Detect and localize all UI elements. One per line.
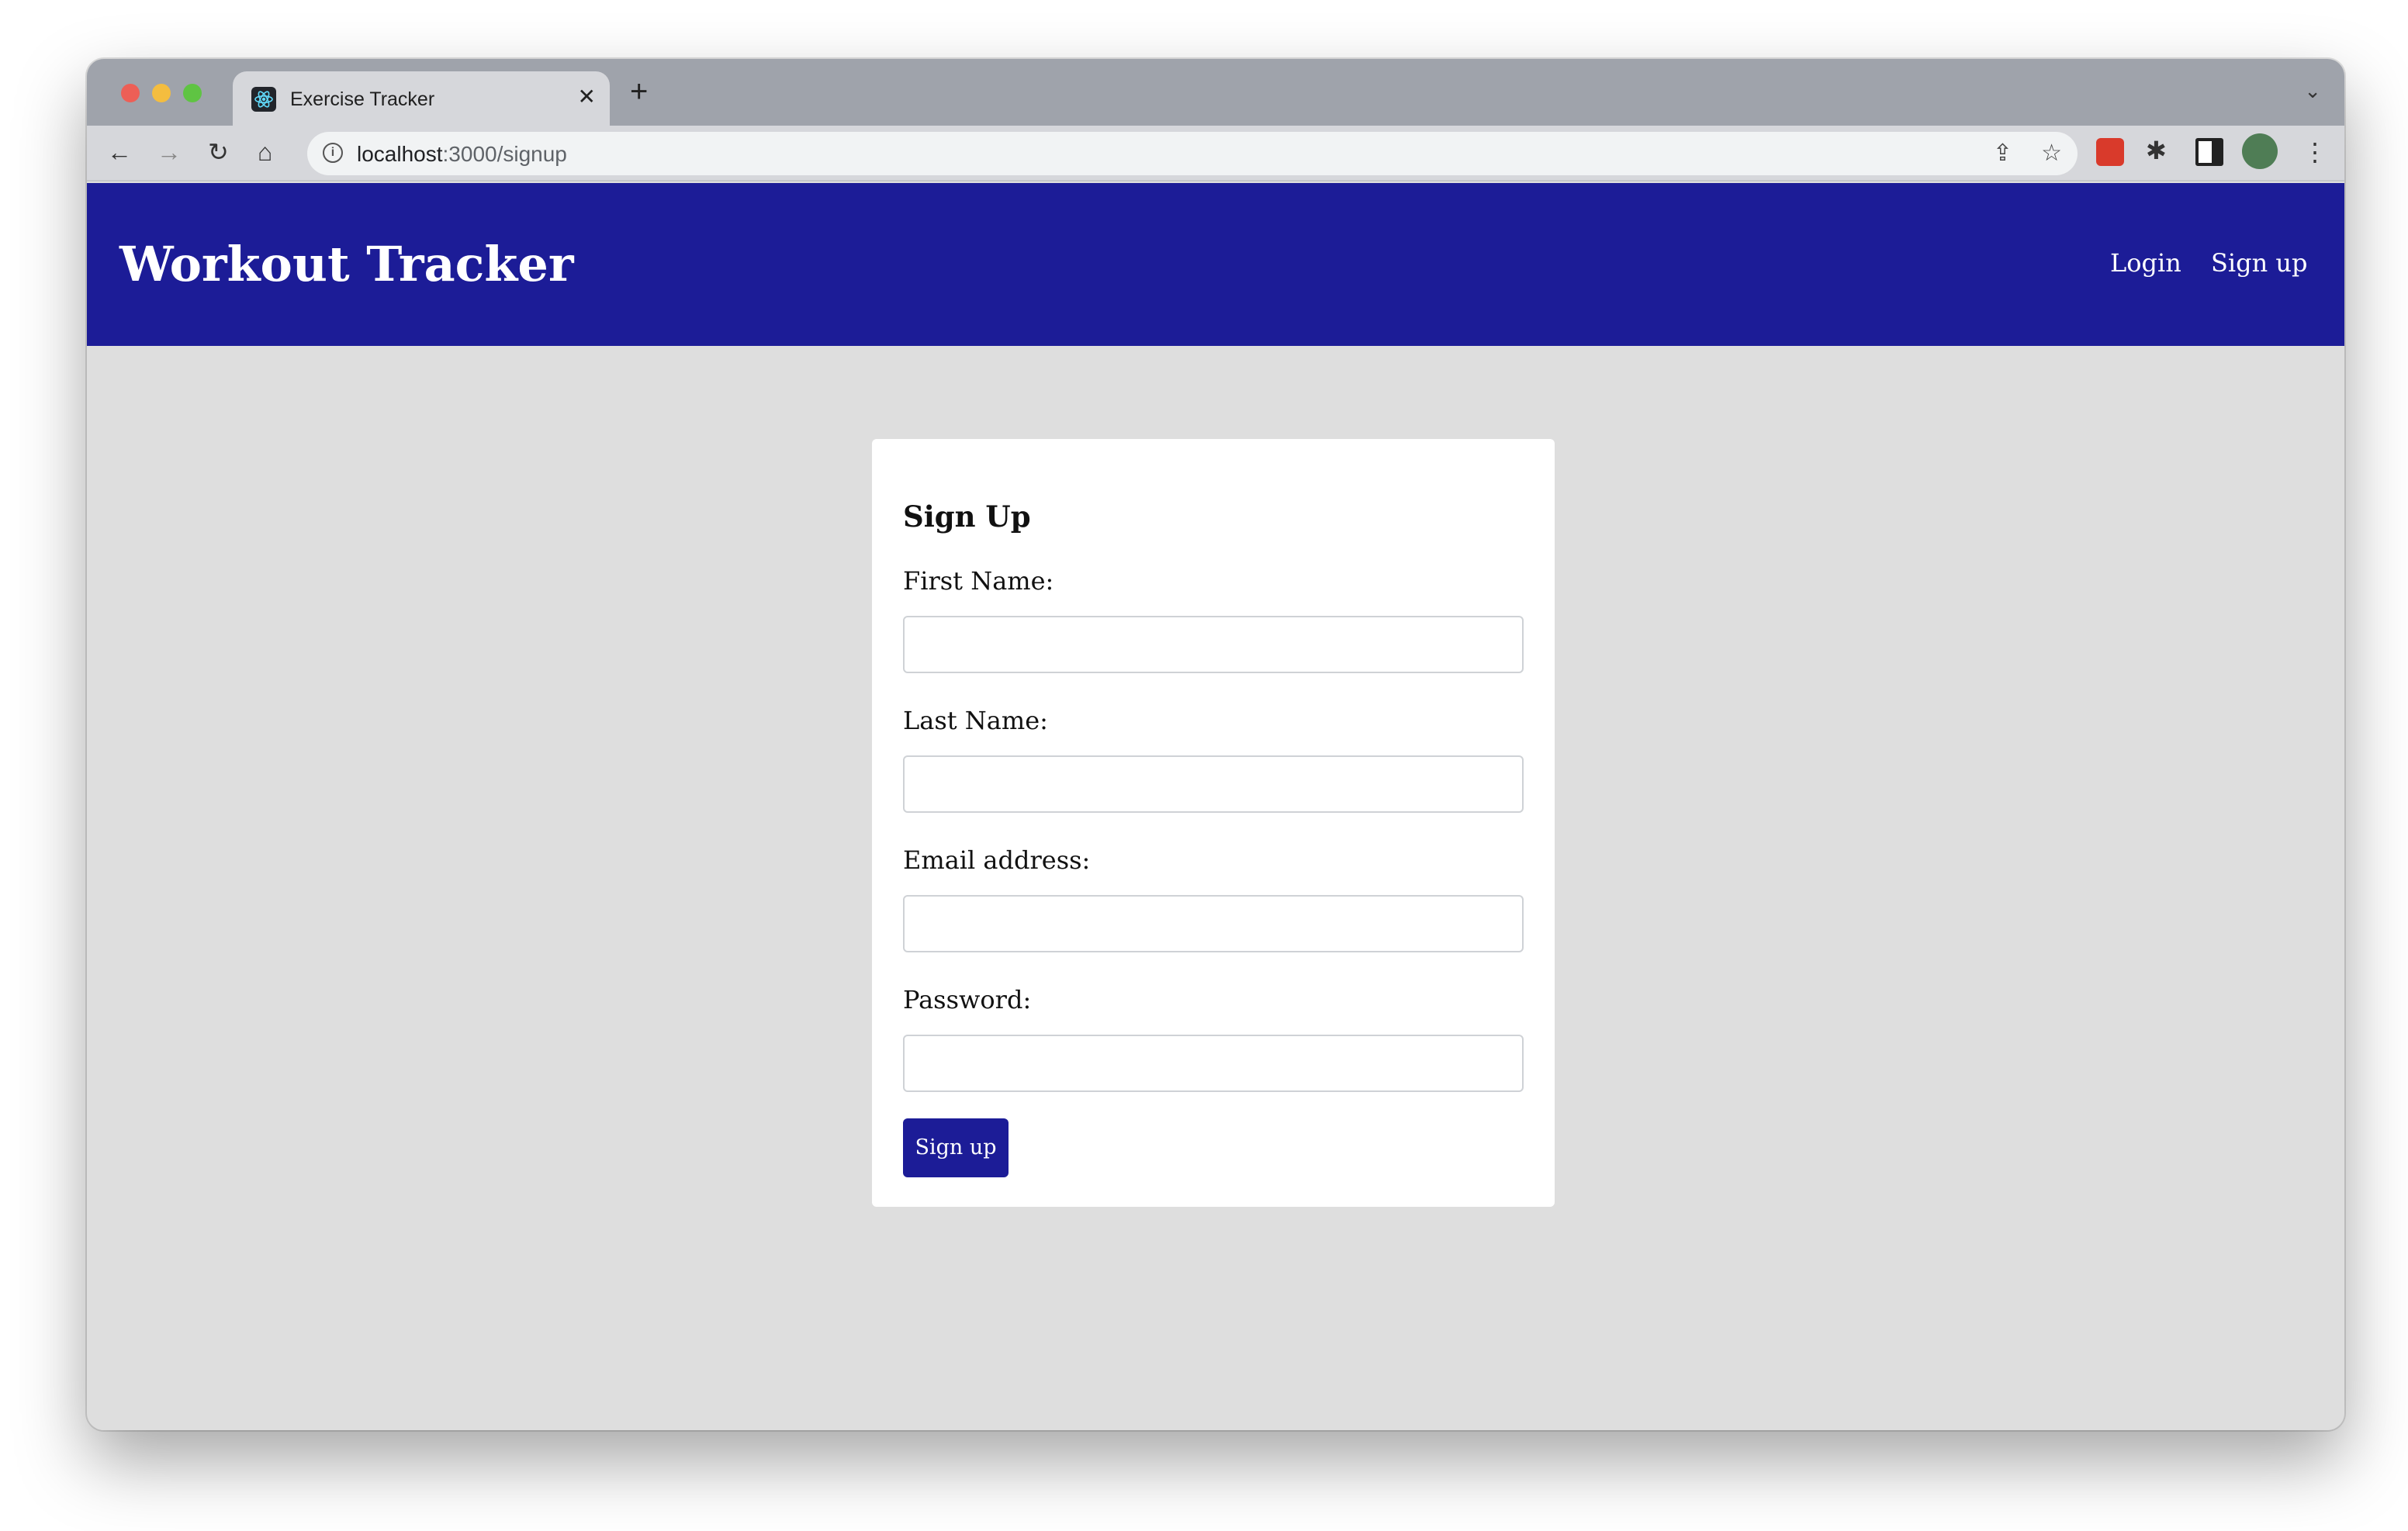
side-panel-icon[interactable]	[2195, 138, 2223, 166]
form-title: Sign Up	[903, 499, 1031, 534]
new-tab-button[interactable]: +	[630, 76, 648, 107]
site-info-icon[interactable]: i	[323, 143, 343, 163]
tab-exercise-tracker[interactable]: Exercise Tracker ✕	[233, 71, 610, 126]
tab-search-chevron-icon[interactable]: ⌄	[2304, 79, 2321, 103]
page-content: Workout Tracker Login Sign up Sign Up Fi…	[87, 183, 2344, 1430]
profile-avatar[interactable]	[2242, 133, 2278, 169]
email-field[interactable]	[903, 895, 1524, 952]
extensions-puzzle-icon[interactable]: ✱	[2146, 135, 2167, 166]
reload-icon[interactable]: ↻	[208, 137, 229, 168]
password-field[interactable]	[903, 1035, 1524, 1092]
extension-icon[interactable]	[2096, 138, 2124, 166]
brand-title[interactable]: Workout Tracker	[119, 236, 574, 292]
tab-strip: Exercise Tracker ✕ + ⌄	[87, 59, 2344, 126]
last-name-field[interactable]	[903, 755, 1524, 813]
first-name-field[interactable]	[903, 616, 1524, 673]
tab-title: Exercise Tracker	[290, 88, 435, 110]
email-label: Email address:	[903, 845, 1091, 875]
forward-icon[interactable]: →	[157, 137, 182, 168]
menu-kebab-icon[interactable]: ⋮	[2302, 137, 2327, 168]
url-text[interactable]: localhost:3000/signup	[357, 142, 567, 167]
share-icon[interactable]: ⇪	[1993, 140, 2012, 167]
react-favicon-icon	[251, 87, 276, 112]
browser-toolbar: ← → ↻ ⌂ i localhost:3000/signup ⇪ ☆ ✱ ⋮	[87, 126, 2344, 181]
home-icon[interactable]: ⌂	[258, 137, 272, 168]
maximize-window-button[interactable]	[183, 84, 202, 102]
last-name-label: Last Name:	[903, 706, 1048, 735]
address-bar[interactable]: i localhost:3000/signup ⇪ ☆	[307, 132, 2078, 175]
back-icon[interactable]: ←	[107, 137, 132, 168]
close-window-button[interactable]	[121, 84, 140, 102]
password-label: Password:	[903, 985, 1032, 1014]
bookmark-star-icon[interactable]: ☆	[2041, 140, 2062, 167]
minimize-window-button[interactable]	[152, 84, 171, 102]
signup-submit-button[interactable]: Sign up	[903, 1118, 1009, 1177]
app-navbar: Workout Tracker Login Sign up	[87, 183, 2344, 346]
nav-login-link[interactable]: Login	[2110, 248, 2181, 278]
signup-card: Sign Up First Name: Last Name: Email add…	[872, 439, 1555, 1207]
browser-window: Exercise Tracker ✕ + ⌄ ← → ↻ ⌂ i localho…	[87, 59, 2344, 1430]
nav-signup-link[interactable]: Sign up	[2211, 248, 2308, 278]
first-name-label: First Name:	[903, 566, 1054, 596]
tab-close-icon[interactable]: ✕	[578, 84, 596, 109]
